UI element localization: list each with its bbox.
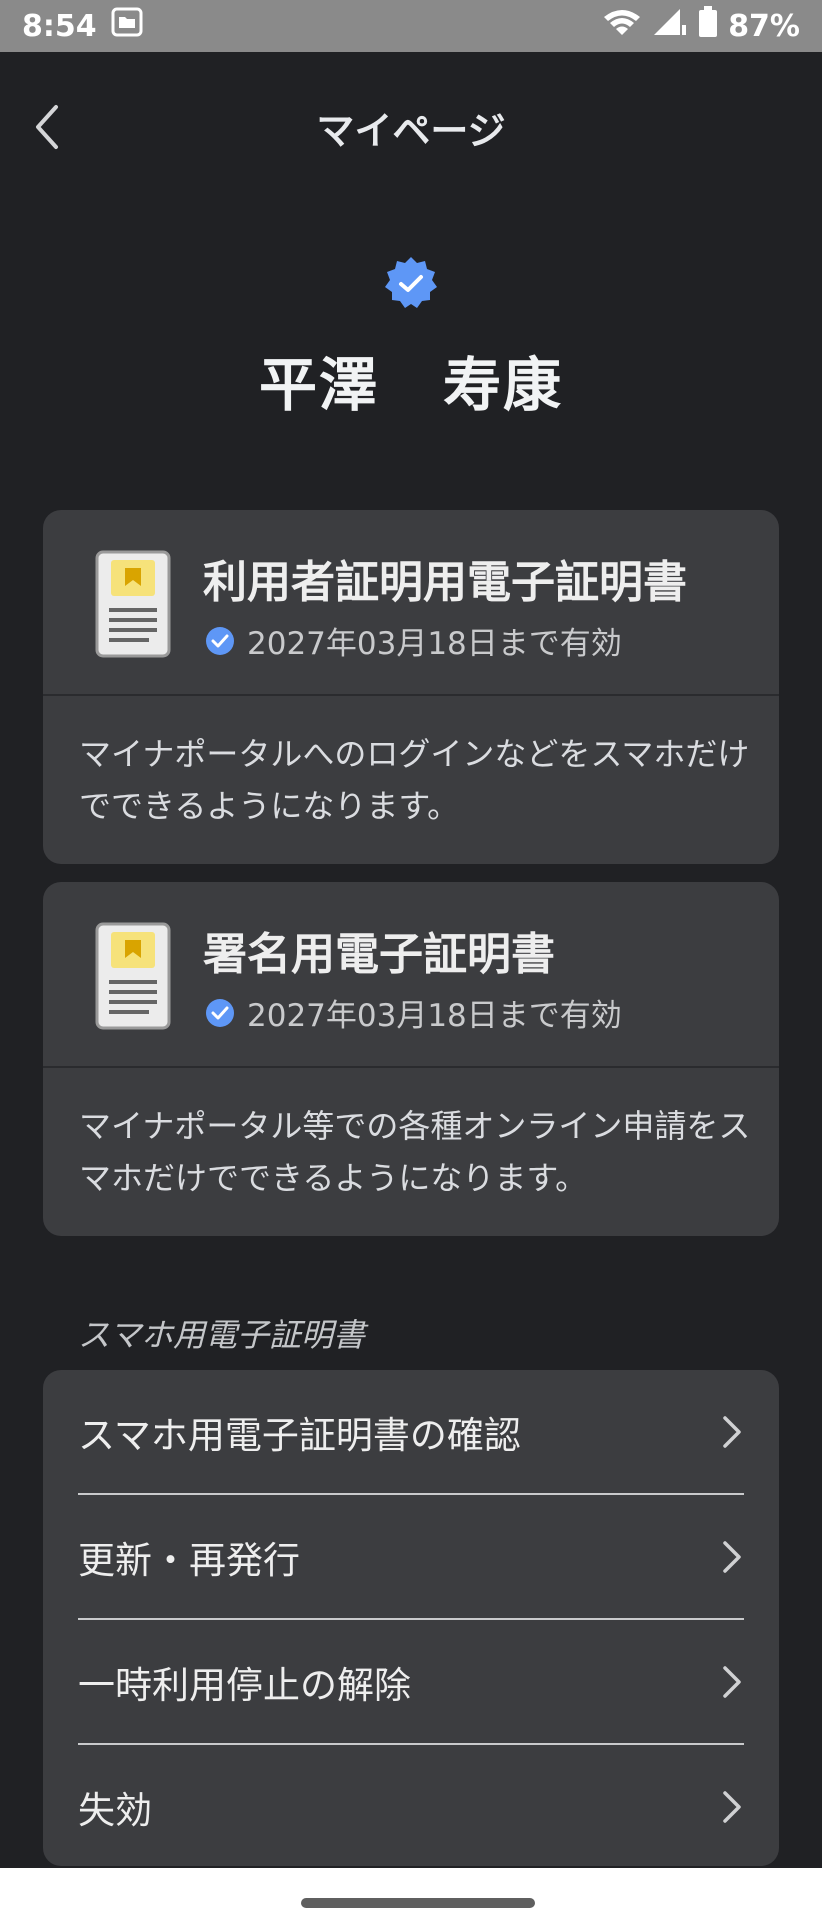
chevron-right-icon	[723, 1416, 741, 1448]
certificate-header: 利用者証明用電子証明書 2027年03月18日まで有効	[43, 510, 779, 696]
battery-icon	[698, 6, 718, 46]
certificate-validity: 2027年03月18日まで有効	[205, 618, 622, 663]
verified-badge-icon	[385, 257, 437, 308]
certificate-card-signature: 署名用電子証明書 2027年03月18日まで有効 マイナポータル等での各種オンラ…	[43, 882, 779, 1236]
back-button[interactable]	[22, 100, 72, 154]
certificate-menu: スマホ用電子証明書の確認 更新・再発行 一時利用停止の解除 失効	[43, 1370, 779, 1866]
certificate-title: 署名用電子証明書	[203, 929, 555, 980]
certificate-card-user-auth: 利用者証明用電子証明書 2027年03月18日まで有効 マイナポータルへのログイ…	[43, 510, 779, 864]
battery-percent: 87%	[728, 8, 800, 44]
chevron-left-icon	[36, 105, 58, 149]
signal-icon	[652, 7, 688, 45]
certificate-validity: 2027年03月18日まで有効	[205, 990, 622, 1035]
certificate-header: 署名用電子証明書 2027年03月18日まで有効	[43, 882, 779, 1068]
certificate-validity-text: 2027年03月18日まで有効	[247, 998, 622, 1034]
gesture-handle[interactable]	[301, 1898, 535, 1908]
user-family-name: 平澤	[258, 351, 379, 419]
menu-item-confirm-certificate[interactable]: スマホ用電子証明書の確認	[78, 1370, 744, 1494]
menu-item-lift-suspension[interactable]: 一時利用停止の解除	[78, 1620, 744, 1744]
user-name: 平澤 寿康	[0, 338, 822, 422]
menu-item-label: 一時利用停止の解除	[78, 1664, 411, 1707]
certificate-validity-text: 2027年03月18日まで有効	[247, 626, 622, 662]
chevron-right-icon	[723, 1791, 741, 1823]
menu-item-label: 失効	[78, 1789, 152, 1832]
status-bar: 8:54 87%	[0, 0, 822, 52]
folder-notification-icon	[111, 7, 143, 45]
menu-item-revoke[interactable]: 失効	[78, 1745, 744, 1866]
certificate-description: マイナポータル等での各種オンライン申請をスマホだけでできるようになります。	[79, 1107, 751, 1197]
certificate-title: 利用者証明用電子証明書	[203, 557, 687, 608]
chevron-right-icon	[723, 1541, 741, 1573]
navigation-bar	[0, 1868, 822, 1920]
menu-item-label: 更新・再発行	[78, 1539, 300, 1582]
certificate-document-icon	[95, 922, 171, 1030]
status-bar-left: 8:54	[22, 7, 143, 45]
chevron-right-icon	[723, 1666, 741, 1698]
menu-item-label: スマホ用電子証明書の確認	[78, 1414, 521, 1457]
certificate-description: マイナポータルへのログインなどをスマホだけでできるようになります。	[79, 735, 750, 825]
app-bar: マイページ	[0, 52, 822, 202]
check-circle-icon	[206, 998, 234, 1027]
certificate-document-icon	[95, 550, 171, 658]
check-circle-icon	[206, 626, 234, 655]
page-title: マイページ	[316, 108, 506, 153]
status-time: 8:54	[22, 8, 97, 44]
status-bar-right: 87%	[602, 6, 800, 46]
user-given-name: 寿康	[443, 351, 564, 419]
wifi-icon	[602, 7, 642, 45]
section-label: スマホ用電子証明書	[78, 1316, 366, 1354]
menu-item-renew-reissue[interactable]: 更新・再発行	[78, 1495, 744, 1619]
